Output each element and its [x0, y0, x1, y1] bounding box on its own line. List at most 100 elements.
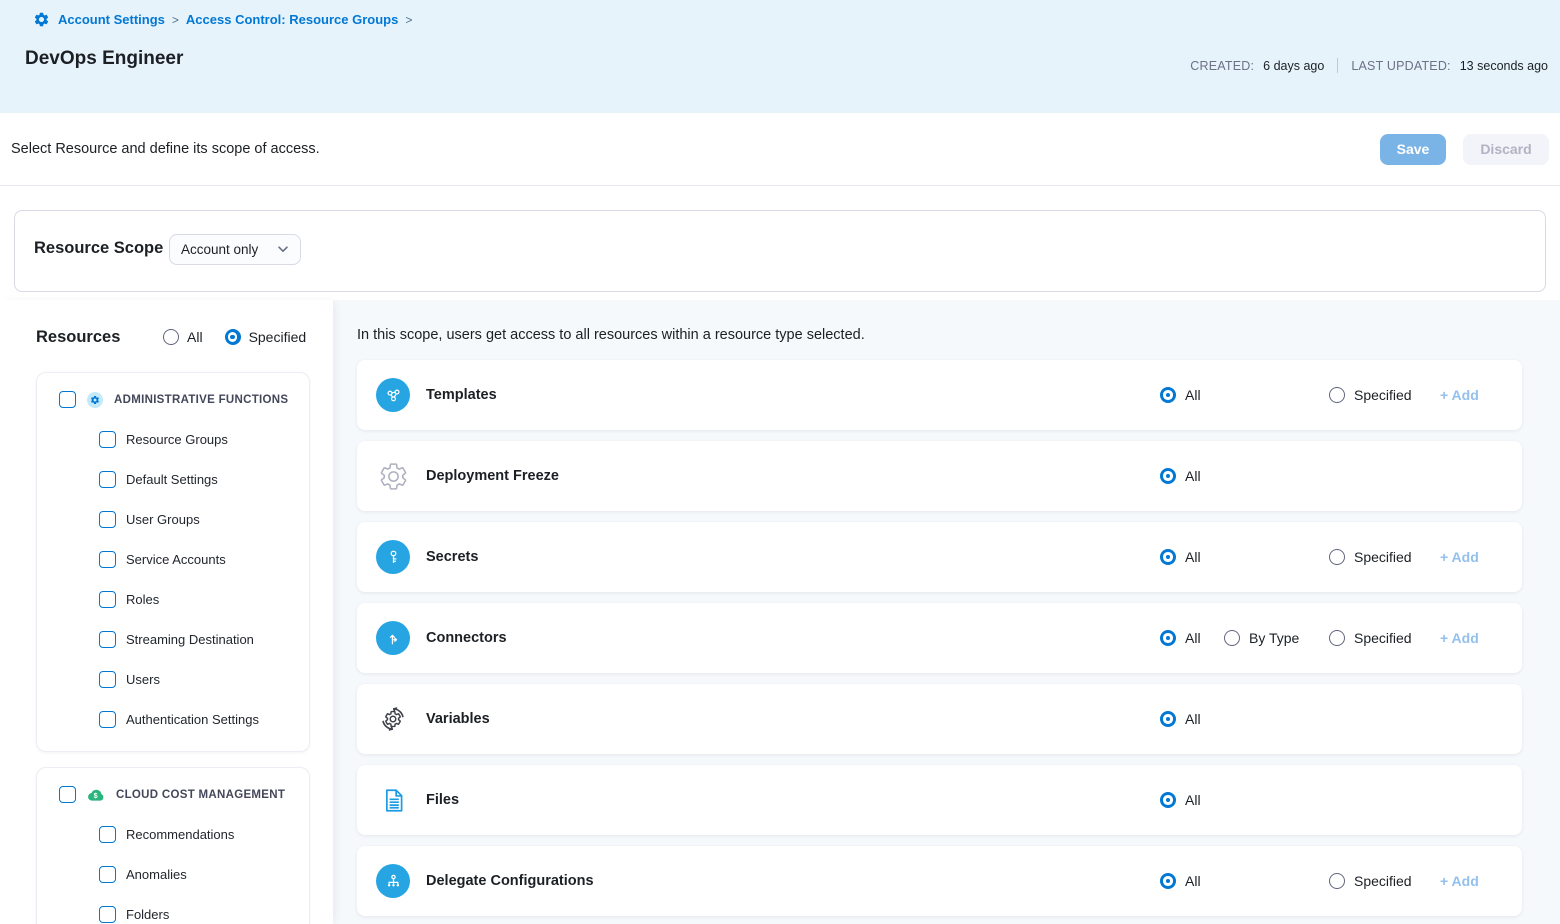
category-checkbox[interactable] — [59, 391, 76, 408]
item-checkbox[interactable] — [99, 551, 116, 568]
item-checkbox[interactable] — [99, 906, 116, 923]
scope-option-label: Specified — [1354, 873, 1412, 889]
radio-icon[interactable] — [1224, 630, 1240, 646]
last-updated-label: LAST UPDATED: — [1351, 59, 1450, 73]
scope-option-label: All — [1185, 387, 1201, 403]
resource-type-item[interactable]: Default Settings — [37, 459, 299, 499]
scope-option-specified[interactable]: Specified — [1329, 873, 1412, 889]
scope-option-all[interactable]: All — [1160, 873, 1201, 889]
resource-row-variables: Variables All — [357, 684, 1522, 754]
resource-type-item[interactable]: Users — [37, 659, 299, 699]
breadcrumb-separator: > — [405, 13, 412, 27]
resource-row-name: Deployment Freeze — [426, 468, 559, 484]
scope-option-all[interactable]: All — [1160, 792, 1201, 808]
resource-type-label: Roles — [126, 592, 159, 607]
scope-option-label: Specified — [1354, 630, 1412, 646]
meta-info: CREATED: 6 days ago LAST UPDATED: 13 sec… — [1190, 58, 1548, 73]
radio-icon[interactable] — [225, 329, 241, 345]
resource-row-name: Files — [426, 792, 459, 808]
resource-row-templates: Templates All Specified + Add — [357, 360, 1522, 430]
add-resources-link[interactable]: + Add — [1440, 549, 1479, 565]
resource-row-delegate-configurations: Delegate Configurations All Specified + … — [357, 846, 1522, 916]
radio-icon[interactable] — [1160, 873, 1176, 889]
scope-option-all[interactable]: All — [1160, 468, 1201, 484]
category-checkbox[interactable] — [59, 786, 76, 803]
administrative-functions-icon — [87, 392, 103, 408]
resources-filter-option-all[interactable]: All — [163, 329, 203, 345]
save-button[interactable]: Save — [1380, 134, 1446, 165]
connectors-icon — [376, 621, 410, 655]
radio-icon[interactable] — [1329, 387, 1345, 403]
item-checkbox[interactable] — [99, 591, 116, 608]
resources-panel-title: Resources — [36, 328, 120, 347]
radio-icon[interactable] — [1329, 630, 1345, 646]
resource-type-label: Users — [126, 672, 160, 687]
item-checkbox[interactable] — [99, 471, 116, 488]
scope-option-by-type[interactable]: By Type — [1224, 630, 1299, 646]
content-split: Resources All Specified ADMINISTRATIVE F… — [0, 300, 1560, 924]
radio-icon[interactable] — [163, 329, 179, 345]
scope-option-label: All — [1185, 792, 1201, 808]
created-label: CREATED: — [1190, 59, 1254, 73]
resource-type-item[interactable]: User Groups — [37, 499, 299, 539]
resource-type-item[interactable]: Streaming Destination — [37, 619, 299, 659]
radio-icon[interactable] — [1160, 387, 1176, 403]
item-checkbox[interactable] — [99, 431, 116, 448]
scope-option-all[interactable]: All — [1160, 387, 1201, 403]
resource-group-detail-page: Account Settings > Access Control: Resou… — [0, 0, 1560, 924]
resources-filter-option-specified[interactable]: Specified — [225, 329, 307, 345]
resource-type-list: Recommendations Anomalies Folders — [37, 814, 299, 924]
scope-option-label: Specified — [1354, 549, 1412, 565]
resource-type-item[interactable]: Anomalies — [37, 854, 299, 894]
resource-row-name: Templates — [426, 387, 497, 403]
discard-button[interactable]: Discard — [1463, 134, 1549, 165]
resource-scope-dropdown[interactable]: Account only — [169, 234, 301, 265]
radio-icon[interactable] — [1160, 630, 1176, 646]
scope-option-all[interactable]: All — [1160, 711, 1201, 727]
item-checkbox[interactable] — [99, 671, 116, 688]
resource-category-card: $ CLOUD COST MANAGEMENT Recommendations … — [36, 767, 310, 924]
add-resources-link[interactable]: + Add — [1440, 387, 1479, 403]
resource-type-label: Service Accounts — [126, 552, 226, 567]
resource-category-header: $ CLOUD COST MANAGEMENT — [37, 786, 299, 803]
scope-option-label: All — [1185, 549, 1201, 565]
item-checkbox[interactable] — [99, 631, 116, 648]
resource-row-name: Secrets — [426, 549, 478, 565]
resource-type-item[interactable]: Service Accounts — [37, 539, 299, 579]
resource-type-item[interactable]: Authentication Settings — [37, 699, 299, 739]
chevron-down-icon — [277, 245, 289, 254]
category-label: ADMINISTRATIVE FUNCTIONS — [114, 394, 288, 406]
item-checkbox[interactable] — [99, 826, 116, 843]
scope-option-specified[interactable]: Specified — [1329, 630, 1412, 646]
breadcrumb-account-settings[interactable]: Account Settings — [58, 12, 165, 27]
resource-type-item[interactable]: Recommendations — [37, 814, 299, 854]
resource-scope-main: In this scope, users get access to all r… — [333, 300, 1560, 924]
radio-icon[interactable] — [1329, 549, 1345, 565]
radio-icon[interactable] — [1160, 711, 1176, 727]
scope-option-all[interactable]: All — [1160, 549, 1201, 565]
radio-icon[interactable] — [1160, 792, 1176, 808]
scope-option-specified[interactable]: Specified — [1329, 387, 1412, 403]
resource-type-item[interactable]: Roles — [37, 579, 299, 619]
scope-option-all[interactable]: All — [1160, 630, 1201, 646]
resource-type-item[interactable]: Folders — [37, 894, 299, 924]
resource-row-name: Variables — [426, 711, 490, 727]
radio-icon[interactable] — [1160, 468, 1176, 484]
scope-option-label: All — [1185, 873, 1201, 889]
variables-icon — [376, 702, 410, 736]
toolbar-buttons: Save Discard — [1380, 134, 1549, 165]
scope-option-specified[interactable]: Specified — [1329, 549, 1412, 565]
item-checkbox[interactable] — [99, 866, 116, 883]
resource-row-files: Files All — [357, 765, 1522, 835]
svg-text:$: $ — [94, 792, 98, 800]
item-checkbox[interactable] — [99, 511, 116, 528]
add-resources-link[interactable]: + Add — [1440, 630, 1479, 646]
item-checkbox[interactable] — [99, 711, 116, 728]
radio-icon[interactable] — [1329, 873, 1345, 889]
resource-type-item[interactable]: Resource Groups — [37, 419, 299, 459]
add-resources-link[interactable]: + Add — [1440, 873, 1479, 889]
created-value: 6 days ago — [1263, 59, 1324, 73]
radio-icon[interactable] — [1160, 549, 1176, 565]
breadcrumb-resource-groups[interactable]: Access Control: Resource Groups — [186, 12, 398, 27]
page-header: Account Settings > Access Control: Resou… — [0, 0, 1560, 113]
